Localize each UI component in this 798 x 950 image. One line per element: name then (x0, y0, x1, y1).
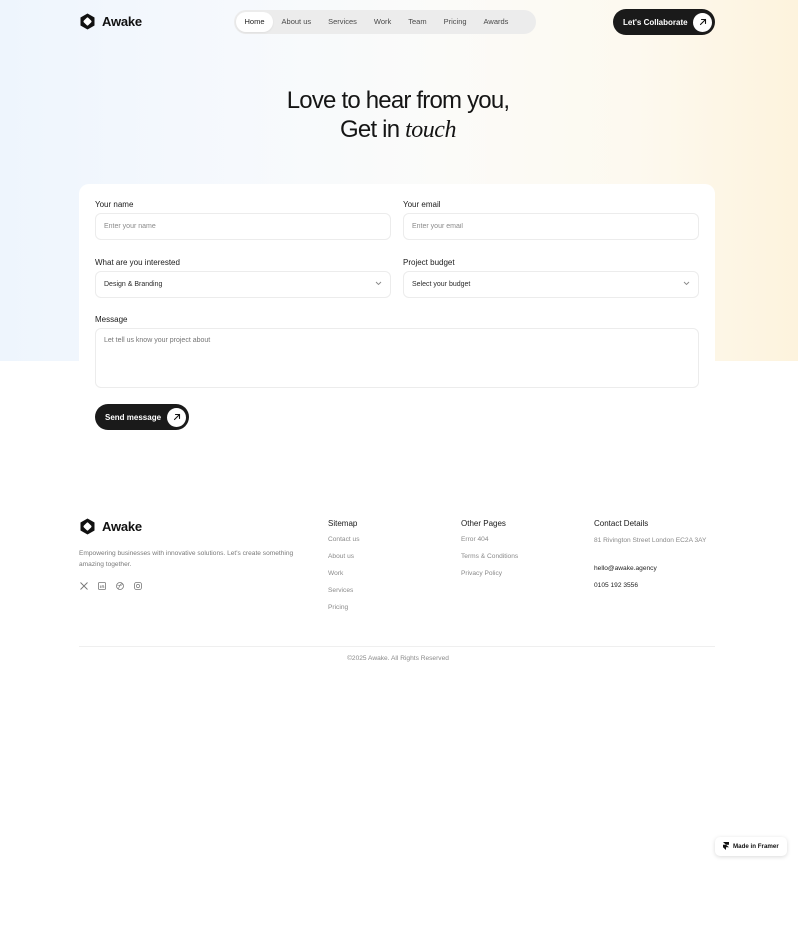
x-icon[interactable] (79, 581, 88, 590)
name-field[interactable] (95, 213, 391, 240)
footer-link-contact[interactable]: Contact us (328, 536, 360, 543)
nav-item-work[interactable]: Work (365, 12, 399, 32)
title-italic: touch (405, 117, 456, 143)
name-label: Your name (95, 200, 134, 209)
contact-email[interactable]: hello@awake.agency (594, 563, 714, 574)
page-title: Love to hear from you, Get in touch (0, 86, 796, 145)
copyright: ©2025 Awake. All Rights Reserved (347, 655, 449, 662)
footer-link-about[interactable]: About us (328, 553, 354, 560)
email-input[interactable] (412, 223, 690, 230)
footer-link-work[interactable]: Work (328, 570, 343, 577)
made-in-framer-badge[interactable]: Made in Framer (715, 837, 787, 856)
collaborate-button[interactable]: Let's Collaborate (613, 9, 715, 35)
instagram-icon[interactable] (133, 581, 142, 590)
footer-divider (79, 646, 715, 647)
contact-phone[interactable]: 0105 192 3556 (594, 580, 714, 591)
framer-icon (723, 841, 729, 852)
nav-item-pricing[interactable]: Pricing (435, 12, 475, 32)
send-message-button[interactable]: Send message (95, 404, 189, 430)
footer-logo[interactable]: Awake (79, 518, 142, 535)
collaborate-label: Let's Collaborate (623, 17, 688, 27)
logo-icon (79, 13, 96, 30)
other-pages-title: Other Pages (461, 519, 506, 528)
contact-title: Contact Details (594, 519, 649, 528)
arrow-up-right-icon (167, 407, 186, 427)
linkedin-icon[interactable] (97, 581, 106, 590)
arrow-up-right-icon (693, 12, 712, 32)
chevron-down-icon (375, 281, 382, 288)
budget-value: Select your budget (412, 281, 471, 288)
nav-item-services[interactable]: Services (320, 12, 366, 32)
nav-item-home[interactable]: Home (236, 12, 274, 32)
email-field[interactable] (403, 213, 699, 240)
logo-icon (79, 518, 96, 535)
social-links (79, 581, 142, 590)
footer-description: Empowering businesses with innovative so… (79, 550, 294, 568)
message-textarea[interactable] (95, 328, 699, 388)
send-label: Send message (105, 412, 162, 422)
budget-label: Project budget (403, 258, 455, 267)
interest-label: What are you interested (95, 258, 180, 267)
nav-item-about[interactable]: About us (273, 12, 320, 32)
budget-select[interactable]: Select your budget (403, 271, 699, 298)
contact-address: 81 Rivington Street London EC2A 3AY (594, 537, 707, 544)
nav-item-team[interactable]: Team (400, 12, 435, 32)
logo-text: Awake (102, 519, 142, 534)
footer-link-privacy[interactable]: Privacy Policy (461, 570, 502, 577)
footer-link-services[interactable]: Services (328, 587, 353, 594)
message-label: Message (95, 315, 128, 324)
footer-link-terms[interactable]: Terms & Conditions (461, 553, 518, 560)
interest-select[interactable]: Design & Branding (95, 271, 391, 298)
page: Awake Home About us Services Work Team P… (0, 0, 798, 950)
title-line-2: Get in touch (0, 115, 796, 145)
interest-value: Design & Branding (104, 281, 163, 288)
dribbble-icon[interactable] (115, 581, 124, 590)
chevron-down-icon (683, 281, 690, 288)
title-prefix: Get in (340, 116, 400, 143)
footer-link-pricing[interactable]: Pricing (328, 604, 348, 611)
logo-text: Awake (102, 14, 142, 29)
header-logo[interactable]: Awake (79, 13, 142, 30)
sitemap-title: Sitemap (328, 519, 358, 528)
main-nav: Home About us Services Work Team Pricing… (234, 10, 536, 34)
name-input[interactable] (104, 223, 382, 230)
title-line-1: Love to hear from you, (286, 87, 510, 114)
footer-link-error-404[interactable]: Error 404 (461, 536, 489, 543)
email-label: Your email (403, 200, 441, 209)
nav-item-awards[interactable]: Awards (475, 12, 517, 32)
framer-label: Made in Framer (733, 843, 779, 850)
